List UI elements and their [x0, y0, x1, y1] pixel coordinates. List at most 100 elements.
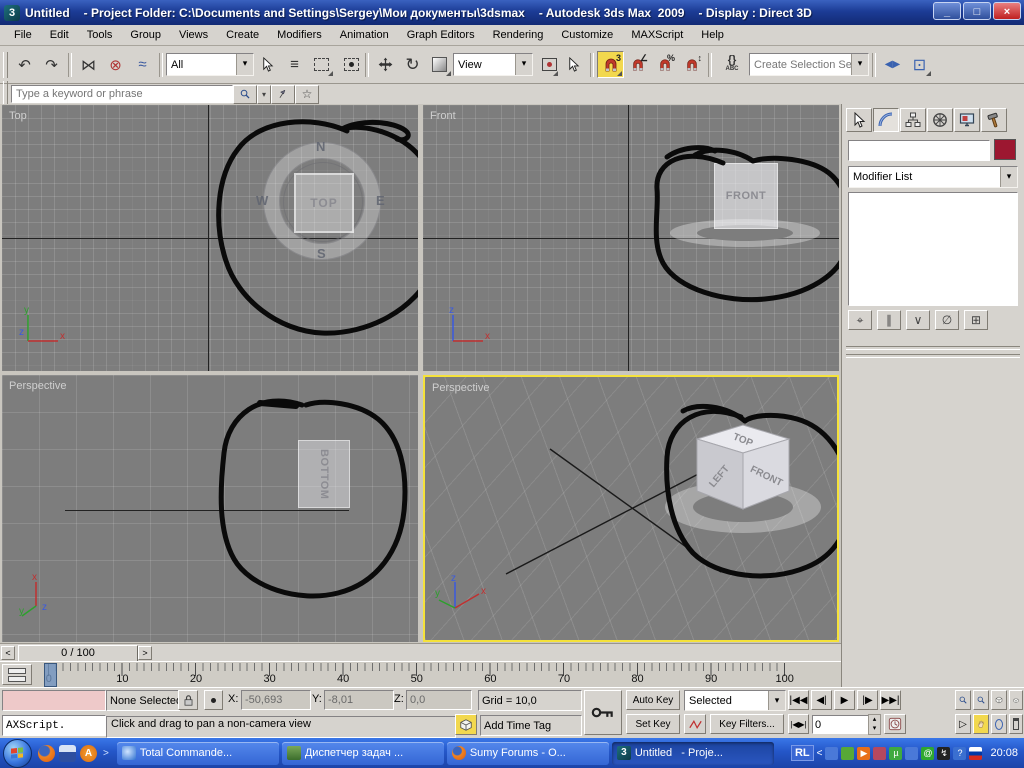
quicklaunch-expand-arrow[interactable]: >	[103, 748, 109, 759]
go-to-start-button[interactable]: |◀◀	[788, 690, 809, 710]
select-object-button[interactable]	[254, 51, 281, 78]
zoom-all-button[interactable]	[973, 690, 989, 710]
restore-button[interactable]: □	[963, 2, 991, 20]
play-button[interactable]: ▶	[834, 690, 855, 710]
viewport-label-perspective-left[interactable]: Perspective	[9, 380, 66, 392]
selection-filter-dropdown[interactable]: All ▾	[166, 53, 254, 76]
viewport-label-top[interactable]: Top	[9, 110, 27, 122]
selection-lock-button[interactable]	[178, 690, 198, 710]
pan-view-button[interactable]	[973, 714, 989, 734]
unlink-selection-button[interactable]: ⊗	[102, 51, 129, 78]
compass-north[interactable]: N	[316, 139, 325, 154]
menu-customize[interactable]: Customize	[553, 27, 621, 43]
current-frame-marker[interactable]	[44, 663, 57, 687]
viewcube-face-top[interactable]: TOP	[294, 173, 354, 233]
arc-rotate-button[interactable]	[991, 714, 1007, 734]
menu-views[interactable]: Views	[171, 27, 216, 43]
object-name-field[interactable]	[848, 140, 990, 161]
time-configuration-button[interactable]	[884, 714, 906, 734]
previous-frame-arrow[interactable]: <	[1, 646, 15, 660]
select-and-link-button[interactable]: ⋈	[75, 51, 102, 78]
dropdown-arrow-icon[interactable]: ▾	[851, 54, 868, 75]
task-task-manager[interactable]: Диспетчер задач ...	[282, 742, 444, 765]
tray-network-icon[interactable]	[905, 747, 918, 760]
select-and-rotate-button[interactable]: ↻	[399, 51, 426, 78]
key-filters-button[interactable]: Key Filters...	[710, 714, 784, 734]
search-input[interactable]	[11, 85, 233, 103]
tab-utilities[interactable]	[981, 108, 1007, 132]
use-pivot-point-center-button[interactable]	[533, 51, 560, 78]
zoom-button[interactable]	[955, 690, 971, 710]
tab-hierarchy[interactable]	[900, 108, 926, 132]
remove-modifier-button[interactable]: ∅	[935, 310, 959, 330]
menu-edit[interactable]: Edit	[42, 27, 77, 43]
select-by-name-button[interactable]: ≡	[281, 51, 308, 78]
menu-file[interactable]: File	[6, 27, 40, 43]
tray-magenta-icon[interactable]	[873, 747, 886, 760]
menu-group[interactable]: Group	[122, 27, 169, 43]
viewcube-face-bottom[interactable]: BOTTOM	[298, 440, 350, 508]
close-button[interactable]: ×	[993, 2, 1021, 20]
select-and-scale-button[interactable]	[426, 51, 453, 78]
select-and-manipulate-button[interactable]	[560, 51, 587, 78]
titlebar[interactable]: 3 Untitled- Project Folder: C:\Documents…	[0, 0, 1024, 25]
add-time-tag[interactable]: Add Time Tag	[480, 715, 582, 736]
viewport-label-perspective-right[interactable]: Perspective	[432, 382, 489, 394]
redo-button[interactable]: ↷	[38, 51, 65, 78]
go-to-end-button[interactable]: ▶▶|	[880, 690, 901, 710]
tray-display-icon[interactable]	[825, 747, 838, 760]
snap-toggle-3d-button[interactable]: 3	[597, 51, 624, 78]
tray-collapse-arrow[interactable]: <	[817, 748, 823, 759]
absolute-mode-button[interactable]	[204, 690, 223, 710]
dropdown-arrow-icon[interactable]: ▾	[1000, 167, 1017, 187]
compass-east[interactable]: E	[376, 193, 385, 208]
menu-create[interactable]: Create	[218, 27, 267, 43]
modifier-list-dropdown[interactable]: Modifier List ▾	[848, 166, 1018, 188]
configure-modifier-sets-button[interactable]: ⊞	[964, 310, 988, 330]
rectangular-selection-region-button[interactable]	[308, 51, 335, 78]
isolate-selection-button[interactable]	[455, 714, 477, 735]
tab-display[interactable]	[954, 108, 980, 132]
viewport-front[interactable]: Front FRONT z x	[423, 105, 839, 371]
named-selection-sets-dropdown[interactable]: Create Selection Set ▾	[749, 53, 869, 76]
show-end-result-button[interactable]: ∥	[877, 310, 901, 330]
tray-flag-ru-icon[interactable]	[969, 747, 982, 760]
start-button[interactable]	[3, 739, 32, 768]
make-unique-button[interactable]: ∨	[906, 310, 930, 330]
dropdown-arrow-icon[interactable]: ▾	[236, 54, 253, 75]
auto-key-button[interactable]: Auto Key	[626, 690, 680, 710]
menu-tools[interactable]: Tools	[79, 27, 121, 43]
favorites-button[interactable]: ☆	[295, 85, 319, 104]
percent-snap-toggle-button[interactable]: %	[651, 51, 678, 78]
time-slider[interactable]: 0 / 100	[18, 645, 138, 662]
macro-recorder-field[interactable]	[2, 690, 106, 711]
viewcube-face-front[interactable]: FRONT	[714, 163, 778, 229]
search-button[interactable]	[233, 85, 257, 104]
menu-maxscript[interactable]: MAXScript	[623, 27, 691, 43]
compass-west[interactable]: W	[256, 193, 268, 208]
minimize-button[interactable]: _	[933, 2, 961, 20]
mirror-button[interactable]: ◀▶	[879, 51, 906, 78]
menu-graph-editors[interactable]: Graph Editors	[399, 27, 483, 43]
tab-motion[interactable]	[927, 108, 953, 132]
default-in-out-tangents-button[interactable]	[684, 714, 706, 734]
viewcube-top-view[interactable]: TOP N W E S	[264, 143, 380, 259]
menu-animation[interactable]: Animation	[332, 27, 397, 43]
undo-button[interactable]: ↶	[11, 51, 38, 78]
tray-media-player-icon[interactable]: ▶	[857, 747, 870, 760]
maxscript-mini-listener[interactable]: AXScript.	[2, 715, 106, 736]
key-mode-toggle-button[interactable]: |◀▶|	[788, 714, 809, 734]
bind-to-spacewarp-button[interactable]: ≈	[129, 51, 156, 78]
toolbar-grip[interactable]	[3, 52, 8, 78]
field-of-view-button[interactable]: ▷	[955, 714, 971, 734]
viewport-label-front[interactable]: Front	[430, 110, 456, 122]
align-button[interactable]: ⊡	[906, 51, 933, 78]
next-frame-button[interactable]: |▶	[857, 690, 878, 710]
tray-question-icon[interactable]: ?	[953, 747, 966, 760]
task-3dsmax-untitled[interactable]: 3 Untitled - Proje...	[612, 742, 774, 765]
modifier-stack[interactable]	[848, 192, 1018, 306]
current-frame-field[interactable]	[812, 715, 870, 734]
tab-create[interactable]	[846, 108, 872, 132]
compass-south[interactable]: S	[317, 246, 326, 261]
dropdown-arrow-icon[interactable]: ▾	[515, 54, 532, 75]
